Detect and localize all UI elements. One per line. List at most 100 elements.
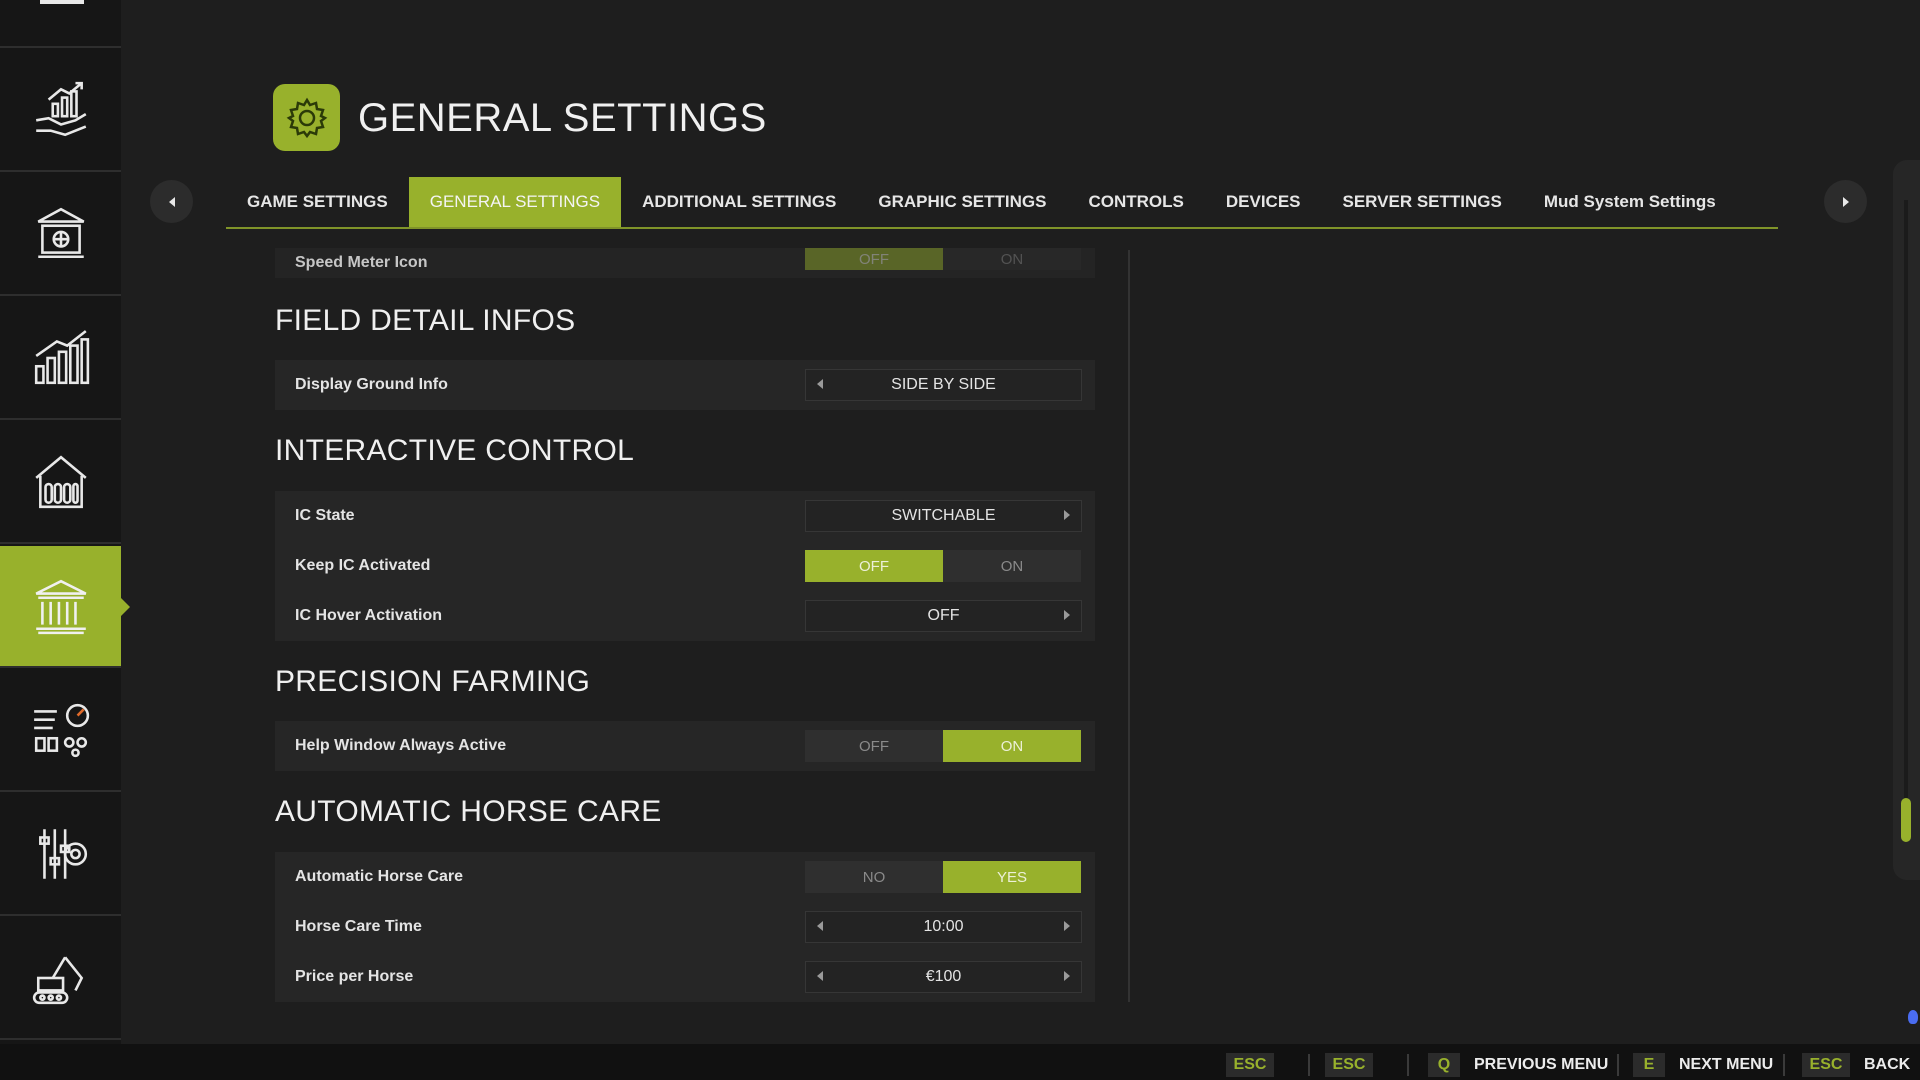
institution-building-icon <box>35 579 86 635</box>
tab-devices[interactable]: DEVICES <box>1205 177 1322 227</box>
arrow-right-icon[interactable] <box>1064 971 1070 981</box>
sidebar-item-game-settings[interactable] <box>0 670 121 792</box>
footer-key-q[interactable]: Q <box>1428 1053 1460 1077</box>
tab-general-settings[interactable]: GENERAL SETTINGS <box>408 177 622 227</box>
section-title-field-detail: FIELD DETAIL INFOS <box>275 304 576 337</box>
selector-value: 10:00 <box>923 918 964 935</box>
setting-row-price-per-horse: Price per Horse €100 <box>275 952 1095 1002</box>
ic-state-selector[interactable]: SWITCHABLE <box>805 500 1082 532</box>
setting-label: Automatic Horse Care <box>295 868 464 885</box>
footer-label-back[interactable]: BACK <box>1864 1056 1910 1074</box>
setting-row-speed-meter: Speed Meter Icon OFF ON <box>275 248 1095 278</box>
setting-label: Help Window Always Active <box>295 737 507 754</box>
sidebar-item-general-settings[interactable] <box>0 546 130 668</box>
toggle-off-option[interactable]: OFF <box>805 550 943 582</box>
ic-hover-selector[interactable]: OFF <box>805 600 1082 632</box>
animal-barn-icon <box>34 455 87 509</box>
selector-value: SIDE BY SIDE <box>891 376 996 393</box>
statistics-bars-icon <box>34 330 89 385</box>
sidebar-item-statistics[interactable] <box>0 298 121 420</box>
setting-label: Speed Meter Icon <box>295 254 428 271</box>
page-title: GENERAL SETTINGS <box>358 96 767 140</box>
mouse-cursor-icon <box>1908 1010 1918 1024</box>
footer-bar <box>0 1044 1920 1080</box>
setting-label: Horse Care Time <box>295 918 422 935</box>
display-ground-info-selector[interactable]: SIDE BY SIDE <box>805 369 1082 401</box>
setting-row-ic-state: IC State SWITCHABLE <box>275 491 1095 541</box>
tabs-underline <box>226 227 1778 229</box>
footer-separator <box>1617 1054 1619 1076</box>
footer-separator <box>1308 1054 1310 1076</box>
finance-hand-chart-icon <box>35 81 86 137</box>
setting-row-ic-hover-activation: IC Hover Activation OFF <box>275 591 1095 641</box>
sidebar-item-finances[interactable] <box>0 50 121 172</box>
sidebar-item-animals[interactable] <box>0 422 121 544</box>
setting-row-display-ground-info: Display Ground Info SIDE BY SIDE <box>275 360 1095 410</box>
scrollbar-thumb[interactable] <box>1901 798 1911 842</box>
gear-icon <box>286 97 327 138</box>
tab-server-settings[interactable]: SERVER SETTINGS <box>1322 177 1523 227</box>
header-gear-badge <box>273 84 340 151</box>
keep-ic-toggle[interactable]: OFF ON <box>805 550 1082 582</box>
sidebar <box>0 0 130 1044</box>
arrow-left-icon[interactable] <box>817 971 823 981</box>
content-divider <box>1128 250 1130 1002</box>
toggle-on-option[interactable]: ON <box>943 730 1081 762</box>
section-title-interactive-control: INTERACTIVE CONTROL <box>275 434 635 467</box>
selector-value: OFF <box>927 607 960 624</box>
tab-mud-system-settings[interactable]: Mud System Settings <box>1523 177 1737 227</box>
selector-value: SWITCHABLE <box>891 507 996 524</box>
setting-label: Price per Horse <box>295 968 414 985</box>
setting-row-automatic-horse-care: Automatic Horse Care NO YES <box>275 852 1095 902</box>
section-title-horse-care: AUTOMATIC HORSE CARE <box>275 795 662 828</box>
footer-key-esc-2[interactable]: ESC <box>1325 1053 1373 1077</box>
horse-care-time-selector[interactable]: 10:00 <box>805 911 1082 943</box>
settings-sliders-gauge-icon <box>33 703 89 758</box>
tab-additional-settings[interactable]: ADDITIONAL SETTINGS <box>621 177 857 227</box>
footer-key-esc-back[interactable]: ESC <box>1802 1053 1850 1077</box>
setting-row-help-window: Help Window Always Active OFF ON <box>275 721 1095 771</box>
caret-left-icon <box>168 196 175 207</box>
tabs-previous-button[interactable] <box>150 180 193 223</box>
footer-label-next-menu[interactable]: NEXT MENU <box>1679 1056 1773 1074</box>
setting-row-horse-care-time: Horse Care Time 10:00 <box>275 902 1095 952</box>
sidebar-item-bank[interactable] <box>0 174 121 296</box>
tab-graphic-settings[interactable]: GRAPHIC SETTINGS <box>857 177 1067 227</box>
toggle-yes-option[interactable]: YES <box>943 861 1081 893</box>
sidebar-item-controls[interactable] <box>0 794 121 916</box>
arrow-left-icon[interactable] <box>817 921 823 931</box>
construction-excavator-icon <box>32 956 83 1005</box>
help-window-toggle[interactable]: OFF ON <box>805 730 1082 762</box>
toggle-on-option[interactable]: ON <box>943 550 1081 582</box>
footer-key-esc-1[interactable]: ESC <box>1226 1053 1274 1077</box>
caret-right-icon <box>1842 196 1849 207</box>
arrow-left-icon[interactable] <box>817 379 823 389</box>
arrow-right-icon[interactable] <box>1064 921 1070 931</box>
settings-tabs: GAME SETTINGS GENERAL SETTINGS ADDITIONA… <box>226 177 1737 227</box>
arrow-right-icon[interactable] <box>1064 510 1070 520</box>
setting-label: Display Ground Info <box>295 376 448 393</box>
automatic-horse-care-toggle[interactable]: NO YES <box>805 861 1082 893</box>
sidebar-item-construction[interactable] <box>0 918 121 1040</box>
toggle-no-option[interactable]: NO <box>805 861 943 893</box>
setting-row-keep-ic-activated: Keep IC Activated OFF ON <box>275 541 1095 591</box>
sidebar-top-item[interactable] <box>0 0 121 48</box>
setting-label: IC Hover Activation <box>295 607 442 624</box>
footer-separator <box>1783 1054 1785 1076</box>
footer-label-previous-menu[interactable]: PREVIOUS MENU <box>1474 1056 1608 1074</box>
scrollbar-rail <box>1904 200 1908 840</box>
bank-vault-icon <box>37 207 84 259</box>
tab-controls[interactable]: CONTROLS <box>1067 177 1204 227</box>
toggle-off-option[interactable]: OFF <box>805 730 943 762</box>
setting-label: Keep IC Activated <box>295 557 431 574</box>
arrow-right-icon[interactable] <box>1064 610 1070 620</box>
tabs-next-button[interactable] <box>1824 180 1867 223</box>
speed-meter-toggle[interactable]: OFF ON <box>805 248 1082 270</box>
price-per-horse-selector[interactable]: €100 <box>805 961 1082 993</box>
toggle-off-option[interactable]: OFF <box>805 248 943 270</box>
footer-separator <box>1407 1054 1409 1076</box>
toggle-on-option[interactable]: ON <box>943 248 1081 270</box>
footer-key-e[interactable]: E <box>1633 1053 1665 1077</box>
tab-game-settings[interactable]: GAME SETTINGS <box>226 177 409 227</box>
section-title-precision-farming: PRECISION FARMING <box>275 665 591 698</box>
